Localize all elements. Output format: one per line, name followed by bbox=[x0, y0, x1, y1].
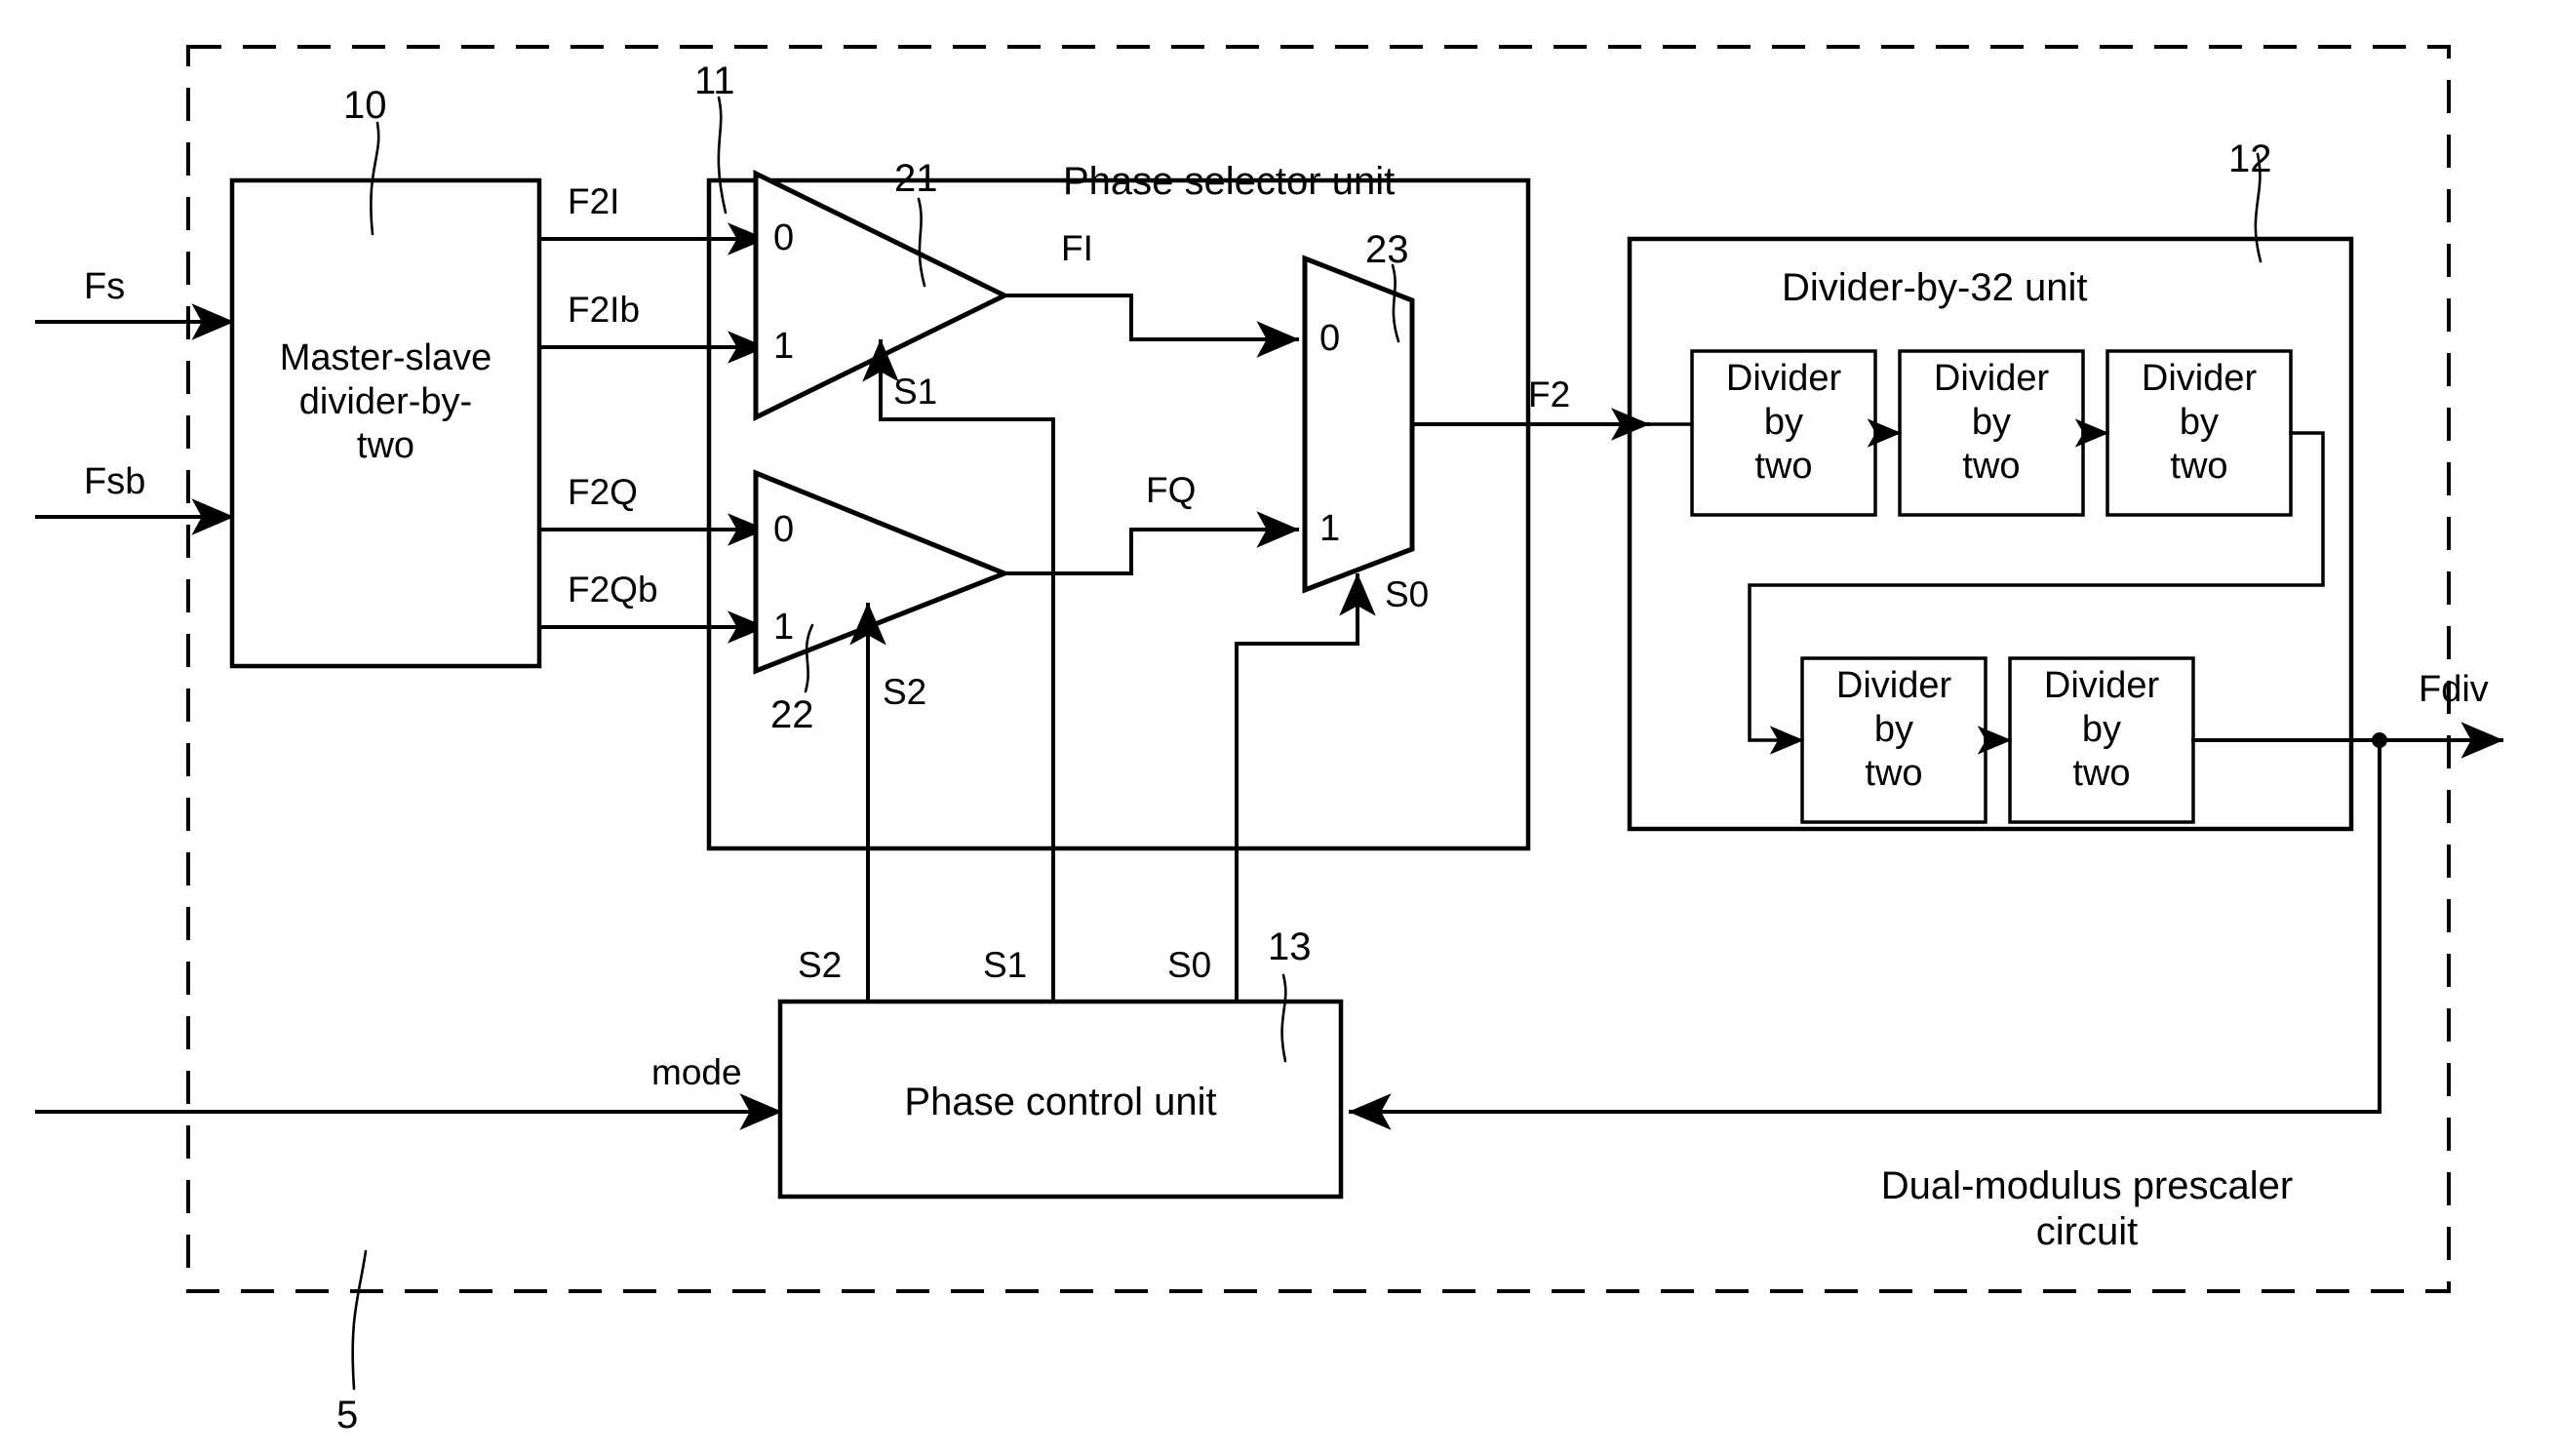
mux-21-select-label: S1 bbox=[893, 372, 938, 412]
signal-label-f2i: F2I bbox=[568, 181, 620, 221]
ref-number-12: 12 bbox=[2228, 138, 2272, 180]
divider-cell-line1: Divider bbox=[1835, 665, 1952, 706]
mux-23-input1-label: 1 bbox=[1319, 508, 1341, 549]
prescaler-caption-line2: circuit bbox=[2035, 1210, 2139, 1254]
divider-cell-line2: by bbox=[1971, 401, 2012, 443]
divider-cell-line2: by bbox=[1873, 708, 1914, 750]
divider32-title: Divider-by-32 unit bbox=[1782, 266, 2088, 309]
mux-23-input0-label: 0 bbox=[1319, 318, 1341, 359]
divider-cell-line3: two bbox=[2170, 445, 2228, 487]
divider-cell-label: Divider by two bbox=[1900, 357, 2083, 488]
prescaler-caption: Dual-modulus prescaler circuit bbox=[1833, 1163, 2341, 1255]
divider-cell-line1: Divider bbox=[2141, 358, 2258, 399]
divider-cell-line1: Divider bbox=[1725, 358, 1842, 399]
port-label-fsb: Fsb bbox=[84, 461, 146, 502]
bus-label-s1: S1 bbox=[983, 945, 1028, 985]
wire-fq bbox=[1003, 511, 1300, 575]
mux-22-input1-label: 1 bbox=[773, 607, 795, 648]
wire-fi bbox=[1003, 294, 1300, 358]
port-label-fdiv: Fdiv bbox=[2419, 669, 2489, 710]
phase-control-title: Phase control unit bbox=[904, 1081, 1217, 1123]
port-label-mode: mode bbox=[651, 1052, 742, 1092]
signal-label-f2q: F2Q bbox=[568, 472, 638, 512]
bus-label-s2: S2 bbox=[798, 945, 843, 985]
signal-label-f2qb: F2Qb bbox=[568, 570, 658, 610]
mux-21-input1-label: 1 bbox=[773, 326, 795, 367]
divider-cell-line3: two bbox=[1754, 445, 1813, 487]
divider-cell-label: Divider by two bbox=[2010, 664, 2193, 795]
ref-leader-13 bbox=[1280, 973, 1287, 1063]
divider-cell-line2: by bbox=[2081, 708, 2122, 750]
master-slave-line2: divider-by- bbox=[298, 380, 473, 422]
divider-cell-label: Divider by two bbox=[1692, 357, 1875, 488]
divider-cell-line3: two bbox=[2072, 752, 2131, 794]
ref-number-22: 22 bbox=[770, 693, 814, 736]
divider-cell-label: Divider by two bbox=[1802, 664, 1986, 795]
ref-leader-11 bbox=[717, 96, 728, 215]
divider-cell-line2: by bbox=[2179, 401, 2220, 443]
divider-cell-line1: Divider bbox=[2043, 665, 2160, 706]
ref-number-21: 21 bbox=[894, 157, 938, 200]
mux-23-select-label: S0 bbox=[1385, 574, 1430, 614]
figure-reference-5: 5 bbox=[336, 1394, 359, 1436]
port-label-fs: Fs bbox=[84, 266, 126, 307]
ref-number-11: 11 bbox=[694, 59, 735, 102]
signal-label-f2: F2 bbox=[1528, 374, 1571, 414]
ref-number-23: 23 bbox=[1365, 228, 1409, 271]
mux-22-select-label: S2 bbox=[883, 672, 927, 712]
divider-cell-line2: by bbox=[1763, 401, 1804, 443]
mux-21-input0-label: 0 bbox=[773, 217, 795, 258]
divider-cell-line3: two bbox=[1962, 445, 2021, 487]
diagram-canvas: Fs Fsb Master-slave divider-by- two 10 F… bbox=[0, 0, 2558, 1456]
mux-22-input0-label: 0 bbox=[773, 509, 795, 550]
ref-number-10: 10 bbox=[343, 84, 387, 127]
prescaler-caption-line1: Dual-modulus prescaler bbox=[1880, 1164, 2294, 1207]
ref-number-13: 13 bbox=[1268, 925, 1312, 968]
master-slave-line3: two bbox=[356, 424, 415, 466]
signal-label-f2ib: F2Ib bbox=[568, 290, 641, 330]
divider-cell-label: Divider by two bbox=[2107, 357, 2291, 488]
phase-selector-title: Phase selector unit bbox=[1063, 160, 1396, 203]
master-slave-line1: Master-slave bbox=[279, 337, 492, 378]
master-slave-label: Master-slave divider-by- two bbox=[238, 336, 533, 467]
ref-leader-5 bbox=[351, 1249, 368, 1391]
divider-cell-line3: two bbox=[1865, 752, 1923, 794]
bus-label-s0: S0 bbox=[1167, 945, 1212, 985]
divider-cell-line1: Divider bbox=[1933, 358, 2050, 399]
signal-label-fi: FI bbox=[1061, 228, 1093, 268]
signal-label-fq: FQ bbox=[1146, 470, 1197, 510]
